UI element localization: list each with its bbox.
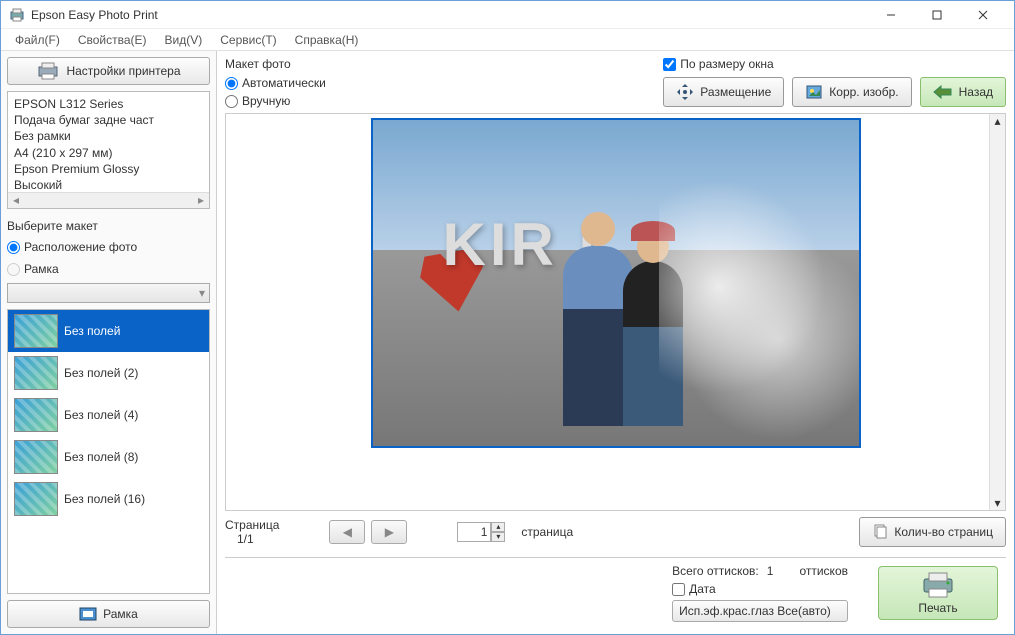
printer-border: Без рамки xyxy=(14,128,203,144)
radio-auto[interactable]: Автоматически xyxy=(225,75,326,91)
radio-frame-layout[interactable]: Рамка xyxy=(7,261,210,277)
app-icon xyxy=(9,7,25,23)
select-layout-header: Выберите макет xyxy=(7,215,210,233)
layout-list[interactable]: Без полей Без полей (2) Без полей (4) Бе… xyxy=(7,309,210,594)
layout-thumb-icon xyxy=(14,314,58,348)
layout-item-borderless-8[interactable]: Без полей (8) xyxy=(8,436,209,478)
page-value: 1/1 xyxy=(225,532,279,546)
printer-info-box: EPSON L312 Series Подача бумаг задне час… xyxy=(7,91,210,209)
menu-properties[interactable]: Свойства(E) xyxy=(70,31,155,49)
sidebar: Настройки принтера EPSON L312 Series Под… xyxy=(1,51,217,634)
title-bar: Epson Easy Photo Print xyxy=(1,1,1014,29)
page-spinner[interactable]: ▴▾ xyxy=(457,522,505,542)
fit-window-checkbox[interactable]: По размеру окна xyxy=(663,57,1006,71)
prints-word: оттисков xyxy=(799,564,848,578)
adjust-icon xyxy=(805,83,823,101)
layout-thumb-icon xyxy=(14,398,58,432)
page-word: страница xyxy=(521,525,573,539)
printer-settings-button[interactable]: Настройки принтера xyxy=(7,57,210,85)
page-prev-button[interactable]: ◀ xyxy=(329,520,365,544)
preview-vscroll[interactable]: ▴▾ xyxy=(989,114,1005,510)
printer-large-icon xyxy=(918,571,958,599)
frame-combo[interactable]: ▾ xyxy=(7,283,210,303)
layout-item-borderless-2[interactable]: Без полей (2) xyxy=(8,352,209,394)
spin-up[interactable]: ▴ xyxy=(491,522,505,532)
window-title: Epson Easy Photo Print xyxy=(31,8,868,22)
date-checkbox[interactable]: Дата xyxy=(672,582,848,596)
page-label: Страница xyxy=(225,518,279,532)
layout-item-borderless-16[interactable]: Без полей (16) xyxy=(8,478,209,520)
printer-info-hscroll[interactable]: ◂▸ xyxy=(8,192,209,208)
layout-item-borderless[interactable]: Без полей xyxy=(8,310,209,352)
print-button-label: Печать xyxy=(918,601,957,615)
layout-thumb-icon xyxy=(14,482,58,516)
main-panel: Макет фото Автоматически Вручную По разм… xyxy=(217,51,1014,634)
print-button[interactable]: Печать xyxy=(878,566,998,620)
photo-preview[interactable]: KIR L xyxy=(371,118,861,448)
printer-model: EPSON L312 Series xyxy=(14,96,203,112)
redeye-button[interactable]: Исп.эф.крас.глаз Все(авто) xyxy=(672,600,848,622)
move-icon xyxy=(676,83,694,101)
menu-view[interactable]: Вид(V) xyxy=(157,31,211,49)
menu-help[interactable]: Справка(H) xyxy=(287,31,367,49)
maximize-button[interactable] xyxy=(914,1,960,29)
printer-size: A4 (210 x 297 мм) xyxy=(14,145,203,161)
pages-icon xyxy=(872,524,888,540)
printer-settings-label: Настройки принтера xyxy=(66,64,180,78)
preview-area: KIR L ▴▾ xyxy=(225,113,1006,511)
total-prints-value: 1 xyxy=(767,564,774,578)
printer-feed: Подача бумаг задне част xyxy=(14,112,203,128)
menu-service[interactable]: Сервис(T) xyxy=(212,31,284,49)
close-button[interactable] xyxy=(960,1,1006,29)
printer-quality: Высокий xyxy=(14,177,203,193)
minimize-button[interactable] xyxy=(868,1,914,29)
page-next-button[interactable]: ▶ xyxy=(371,520,407,544)
adjust-image-button[interactable]: Корр. изобр. xyxy=(792,77,911,107)
layout-thumb-icon xyxy=(14,356,58,390)
page-input[interactable] xyxy=(457,522,491,542)
placement-button[interactable]: Размещение xyxy=(663,77,784,107)
printer-paper: Epson Premium Glossy xyxy=(14,161,203,177)
frame-icon xyxy=(79,607,97,621)
menu-bar: Файл(F) Свойства(E) Вид(V) Сервис(T) Спр… xyxy=(1,29,1014,51)
arrow-left-icon xyxy=(933,85,953,99)
menu-file[interactable]: Файл(F) xyxy=(7,31,68,49)
radio-manual[interactable]: Вручную xyxy=(225,93,326,109)
printer-icon xyxy=(36,61,60,81)
radio-photo-layout[interactable]: Расположение фото xyxy=(7,239,210,255)
spin-down[interactable]: ▾ xyxy=(491,532,505,542)
page-count-button[interactable]: Колич-во страниц xyxy=(859,517,1006,547)
frame-button-label: Рамка xyxy=(103,607,138,621)
layout-thumb-icon xyxy=(14,440,58,474)
layout-header: Макет фото xyxy=(225,57,326,71)
layout-item-borderless-4[interactable]: Без полей (4) xyxy=(8,394,209,436)
total-prints-label: Всего оттисков: xyxy=(672,564,759,578)
bottom-bar: Всего оттисков: 1 оттисков Дата Исп.эф.к… xyxy=(225,557,1006,628)
back-button[interactable]: Назад xyxy=(920,77,1006,107)
frame-button[interactable]: Рамка xyxy=(7,600,210,628)
